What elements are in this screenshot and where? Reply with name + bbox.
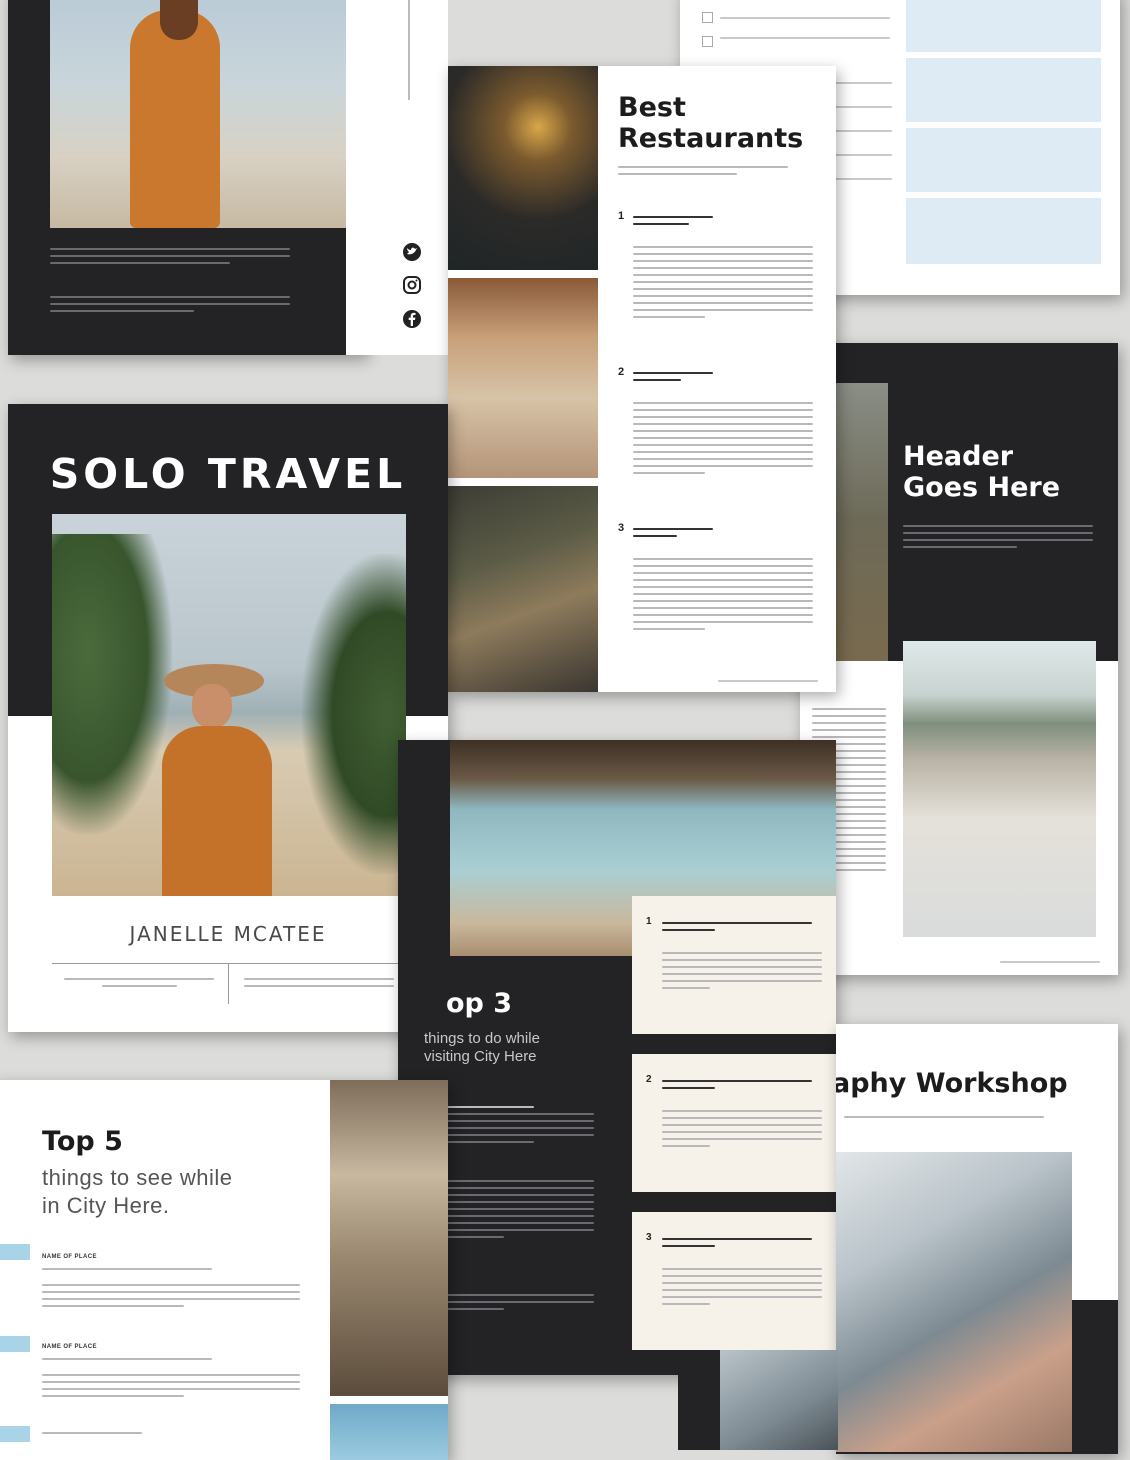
orange-dress bbox=[162, 726, 272, 896]
form-field bbox=[906, 0, 1101, 52]
tree-left bbox=[52, 534, 172, 834]
form-field bbox=[906, 58, 1101, 122]
restaurant-description bbox=[633, 246, 813, 323]
place-name: NAME OF PLACE bbox=[42, 1254, 97, 1260]
white-side-strip bbox=[346, 0, 366, 355]
activity-card: 1 bbox=[632, 896, 836, 1034]
page-footer bbox=[718, 680, 818, 687]
restaurant-name bbox=[633, 372, 713, 386]
page-title: Best Restaurants bbox=[618, 92, 804, 154]
vertical-caption bbox=[408, 0, 410, 100]
checkbox bbox=[702, 12, 713, 23]
activity-title bbox=[662, 922, 812, 936]
cover-tagline bbox=[244, 978, 394, 992]
page-title: aphy Workshop bbox=[836, 1068, 1068, 1099]
restaurant-photo-2 bbox=[448, 278, 598, 478]
item-number: 3 bbox=[646, 1232, 652, 1243]
twitter-icon[interactable] bbox=[402, 242, 422, 262]
page-subtitle: things to do while visiting City Here bbox=[424, 1030, 540, 1065]
top3-page: op 3 things to do while visiting City He… bbox=[398, 740, 836, 1375]
item-number: 2 bbox=[646, 1074, 652, 1085]
hair bbox=[160, 0, 198, 40]
place-description bbox=[42, 1374, 300, 1402]
laptop-photo bbox=[720, 1350, 838, 1450]
profile-sidebar bbox=[366, 0, 448, 355]
profile-page bbox=[8, 0, 366, 355]
place-address bbox=[42, 1358, 212, 1365]
tree-right bbox=[302, 554, 406, 874]
face bbox=[192, 684, 232, 728]
sky-photo bbox=[330, 1404, 448, 1460]
place-name bbox=[42, 1432, 142, 1439]
restaurant-description bbox=[633, 558, 813, 635]
accent-bar bbox=[0, 1244, 30, 1260]
header-page: Header Goes Here bbox=[800, 343, 1118, 975]
cover-tagline bbox=[64, 978, 214, 992]
restaurant-photo-1 bbox=[448, 66, 598, 270]
form-field bbox=[906, 128, 1101, 192]
restaurant-name bbox=[633, 216, 713, 230]
intro-text bbox=[618, 166, 788, 180]
intro-text bbox=[903, 525, 1093, 553]
page-title: Header Goes Here bbox=[903, 441, 1061, 503]
cover-photo bbox=[52, 514, 406, 896]
activity-description bbox=[662, 1268, 822, 1310]
activity-card: 3 bbox=[632, 1212, 836, 1350]
beach-aerial-photo bbox=[903, 641, 1096, 937]
top5-page: Top 5 things to see while in City Here. … bbox=[0, 1080, 448, 1460]
item-number: 1 bbox=[646, 916, 652, 927]
activity-title bbox=[662, 1080, 812, 1094]
orange-dress bbox=[130, 10, 220, 228]
facebook-icon[interactable] bbox=[402, 309, 422, 329]
laptop-photo bbox=[836, 1152, 1072, 1452]
workshop-left-panel bbox=[678, 1350, 838, 1450]
divider bbox=[228, 964, 229, 1004]
cover-page: SOLO TRAVEL JANELLE MCATEE bbox=[8, 404, 448, 1032]
activity-description bbox=[662, 952, 822, 994]
page-footer bbox=[1000, 961, 1100, 968]
bio-text bbox=[50, 296, 290, 317]
restaurant-description bbox=[633, 402, 813, 479]
page-title: op 3 bbox=[446, 988, 513, 1019]
restaurant-photo-3 bbox=[448, 486, 598, 692]
checkbox bbox=[702, 36, 713, 47]
restaurant-name bbox=[633, 528, 713, 542]
item-number: 2 bbox=[618, 366, 625, 378]
activity-description bbox=[662, 1110, 822, 1152]
subtitle-text bbox=[844, 1116, 1044, 1123]
divider bbox=[52, 963, 406, 964]
workshop-page: aphy Workshop bbox=[836, 1024, 1118, 1454]
form-field bbox=[906, 198, 1101, 264]
body-text bbox=[444, 1180, 594, 1243]
page-subtitle: things to see while in City Here. bbox=[42, 1165, 233, 1218]
restaurants-page: Best Restaurants 1 2 3 bbox=[448, 66, 836, 692]
item-number: 1 bbox=[618, 210, 625, 222]
item-number: 3 bbox=[618, 522, 625, 534]
place-name: NAME OF PLACE bbox=[42, 1344, 97, 1350]
place-address bbox=[42, 1268, 212, 1275]
page-title: Top 5 bbox=[42, 1126, 123, 1157]
place-description bbox=[42, 1284, 300, 1312]
accent-bar bbox=[0, 1336, 30, 1352]
instagram-icon[interactable] bbox=[402, 275, 422, 295]
bio-text bbox=[50, 248, 290, 269]
body-text bbox=[444, 1106, 594, 1148]
forest-path-photo bbox=[330, 1080, 448, 1396]
woman-beach-photo bbox=[50, 0, 346, 228]
activity-card: 2 bbox=[632, 1054, 836, 1192]
body-text bbox=[444, 1294, 594, 1315]
cover-title: SOLO TRAVEL bbox=[49, 450, 407, 498]
author-name: JANELLE MCATEE bbox=[129, 922, 327, 946]
activity-title bbox=[662, 1238, 812, 1252]
form-lines bbox=[720, 17, 890, 44]
